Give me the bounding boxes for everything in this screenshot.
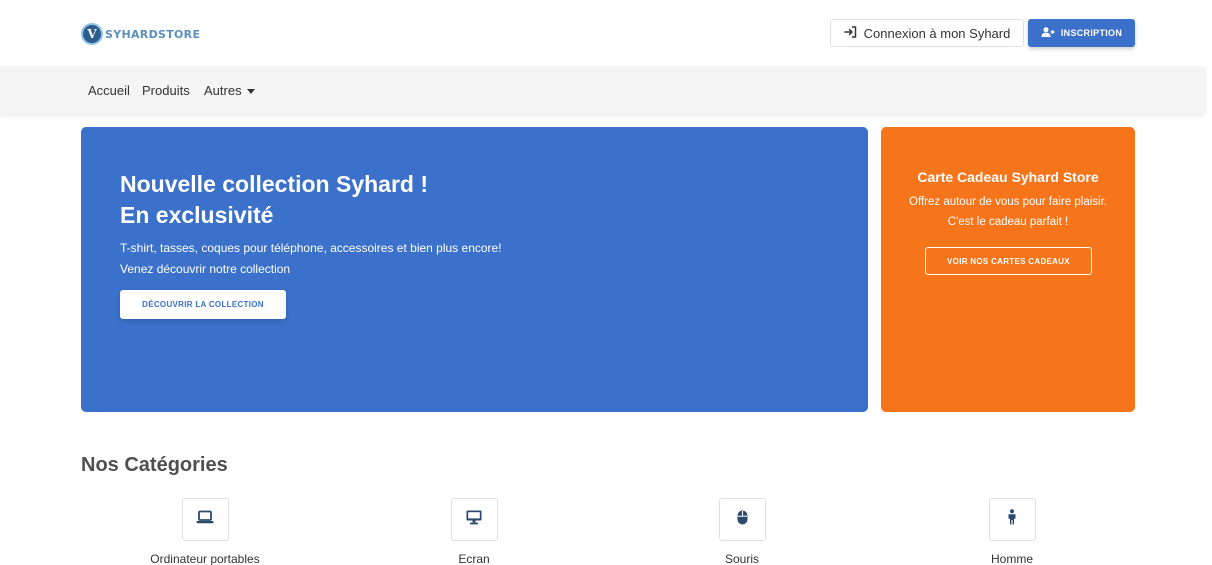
nav-item-accueil[interactable]: Accueil [88, 83, 130, 98]
desktop-icon [466, 510, 482, 530]
hero-description: T-shirt, tasses, coques pour téléphone, … [120, 241, 502, 276]
view-gift-cards-button[interactable]: VOIR NOS CARTES CADEAUX [925, 247, 1092, 275]
signup-button-label: INSCRIPTION [1060, 28, 1123, 38]
person-icon [1007, 509, 1017, 530]
gift-card-line1: Offrez autour de vous pour faire plaisir… [909, 196, 1107, 208]
gift-card-line2: C'est le cadeau parfait ! [947, 216, 1069, 228]
category-laptops[interactable]: Ordinateur portables [125, 498, 285, 565]
category-label: Souris [724, 552, 759, 565]
category-icon-box [181, 498, 229, 541]
laptop-icon [196, 510, 214, 529]
discover-collection-button[interactable]: DÉCOUVRIR LA COLLECTION [120, 290, 286, 319]
category-icon-box [718, 498, 766, 541]
category-label: Homme [990, 552, 1033, 565]
top-header: V SYHARDSTORE Connexion à mon Syhard INS… [0, 0, 1212, 66]
mouse-icon [737, 510, 748, 530]
login-button[interactable]: Connexion à mon Syhard [830, 19, 1024, 47]
category-icon-box [450, 498, 498, 541]
logo-text: SYHARDSTORE [105, 27, 201, 41]
login-button-label: Connexion à mon Syhard [863, 25, 1011, 41]
category-souris[interactable]: Souris [662, 498, 822, 565]
categories-heading: Nos Catégories [81, 454, 228, 476]
category-label: Ordinateur portables [150, 552, 260, 565]
hero-title-line1: Nouvelle collection Syhard ! [120, 171, 429, 197]
gift-card-title: Carte Cadeau Syhard Store [917, 169, 1099, 185]
nav-item-autres[interactable]: Autres [204, 83, 255, 98]
category-homme[interactable]: Homme [932, 498, 1092, 565]
logo-badge: V [81, 23, 103, 45]
user-plus-icon [1041, 27, 1055, 39]
hero-title-line2: En exclusivité [120, 202, 274, 228]
nav-item-autres-label: Autres [204, 83, 242, 98]
caret-down-icon [246, 89, 255, 95]
gift-card-banner: Carte Cadeau Syhard Store Offrez autour … [881, 127, 1135, 412]
category-icon-box [988, 498, 1036, 541]
signup-button[interactable]: INSCRIPTION [1028, 19, 1135, 47]
category-label: Ecran [458, 552, 490, 565]
hero-title: Nouvelle collection Syhard ! En exclusiv… [120, 169, 428, 231]
category-ecran[interactable]: Ecran [394, 498, 554, 565]
logo[interactable]: V SYHARDSTORE [81, 23, 200, 45]
sign-in-icon [843, 25, 857, 41]
hero-banner: Nouvelle collection Syhard ! En exclusiv… [81, 127, 868, 412]
main-navbar: Accueil Produits Autres [0, 66, 1205, 114]
nav-item-produits[interactable]: Produits [142, 83, 190, 98]
